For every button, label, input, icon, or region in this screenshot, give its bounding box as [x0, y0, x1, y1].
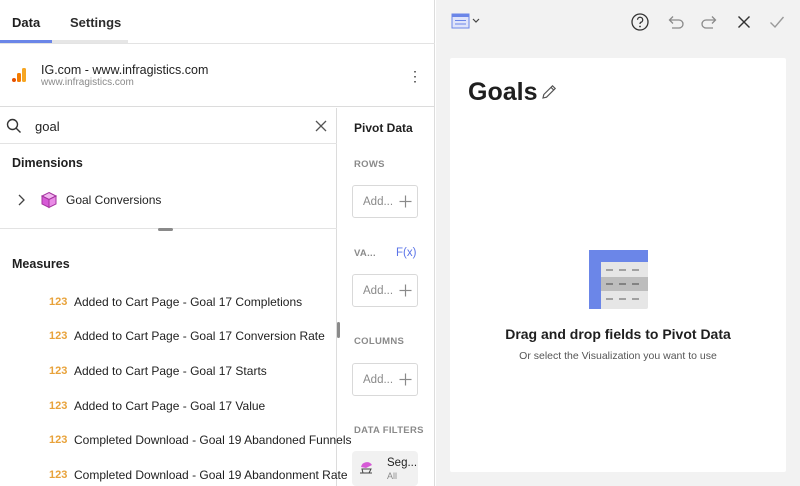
- dimensions-heading: Dimensions: [12, 156, 83, 170]
- pivot-table-icon: [589, 250, 648, 309]
- add-label: Add...: [363, 285, 394, 297]
- visualization-card: Goals Drag and drop fields to Pivot Data…: [450, 58, 786, 472]
- search-bar: [0, 108, 337, 144]
- grid-viz-icon[interactable]: [451, 12, 481, 30]
- cube-icon: [40, 191, 58, 209]
- plus-icon: [399, 284, 412, 297]
- numeric-type-badge: 123: [49, 400, 68, 412]
- data-filters-label: DATA FILTERS: [354, 425, 424, 436]
- add-value-button[interactable]: Add...: [352, 274, 418, 307]
- measure-item[interactable]: 123 Added to Cart Page - Goal 17 Starts: [0, 362, 337, 382]
- measure-label: Added to Cart Page - Goal 17 Completions: [74, 295, 303, 309]
- search-input[interactable]: [33, 116, 293, 136]
- rows-label: ROWS: [354, 159, 385, 170]
- measure-item[interactable]: 123 Completed Download - Goal 19 Abandon…: [0, 431, 352, 451]
- undo-icon[interactable]: [665, 12, 685, 32]
- numeric-type-badge: 123: [49, 365, 68, 377]
- data-panel: Data Settings IG.com - www.infragistics.…: [0, 0, 435, 486]
- toolbar: [436, 0, 800, 44]
- visualization-title[interactable]: Goals: [468, 78, 537, 107]
- numeric-type-badge: 123: [49, 296, 68, 308]
- empty-state-subtitle: Or select the Visualization you want to …: [519, 350, 717, 362]
- measure-label: Added to Cart Page - Goal 17 Starts: [74, 364, 267, 378]
- search-icon: [6, 118, 21, 133]
- columns-label: COLUMNS: [354, 336, 405, 347]
- pivot-title: Pivot Data: [354, 121, 413, 135]
- measure-item[interactable]: 123 Added to Cart Page - Goal 17 Complet…: [0, 293, 337, 313]
- measure-label: Completed Download - Goal 19 Abandoned F…: [74, 433, 352, 447]
- measure-label: Added to Cart Page - Goal 17 Value: [74, 399, 266, 413]
- add-label: Add...: [363, 374, 394, 386]
- numeric-type-badge: 123: [49, 330, 68, 342]
- empty-state-title: Drag and drop fields to Pivot Data: [505, 326, 731, 342]
- resize-handle[interactable]: [158, 228, 173, 231]
- measure-item[interactable]: 123 Completed Download - Goal 19 Abandon…: [0, 466, 348, 486]
- values-label: VA...: [354, 248, 376, 259]
- measure-item[interactable]: 123 Added to Cart Page - Goal 17 Convers…: [0, 327, 337, 347]
- numeric-type-badge: 123: [49, 469, 68, 481]
- fields-list: Dimensions Goal Conversions Measures 123…: [0, 108, 352, 486]
- more-vert-icon[interactable]: ⋮: [405, 66, 425, 86]
- check-icon[interactable]: [767, 12, 787, 32]
- close-icon[interactable]: [734, 12, 754, 32]
- dimension-label: Goal Conversions: [66, 193, 162, 207]
- clear-search-icon[interactable]: [314, 119, 328, 133]
- plus-icon: [399, 195, 412, 208]
- visualization-panel: Goals Drag and drop fields to Pivot Data…: [436, 0, 800, 486]
- add-column-button[interactable]: Add...: [352, 363, 418, 396]
- tab-settings[interactable]: Settings: [70, 0, 121, 44]
- plus-icon: [399, 373, 412, 386]
- tabs: Data Settings: [0, 0, 435, 44]
- dimension-item[interactable]: Goal Conversions: [0, 187, 337, 213]
- add-label: Add...: [363, 196, 394, 208]
- analytics-logo-icon: [12, 68, 26, 82]
- segment-icon: [360, 462, 372, 474]
- measure-label: Completed Download - Goal 19 Abandonment…: [74, 468, 348, 482]
- numeric-type-badge: 123: [49, 434, 68, 446]
- measures-heading: Measures: [12, 257, 70, 271]
- datasource-name: IG.com - www.infragistics.com: [41, 63, 209, 77]
- datasource-row[interactable]: IG.com - www.infragistics.com www.infrag…: [0, 44, 435, 107]
- tab-data[interactable]: Data: [12, 0, 40, 44]
- segment-filter-chip[interactable]: Seg... All: [352, 451, 418, 486]
- add-row-button[interactable]: Add...: [352, 185, 418, 218]
- measure-item[interactable]: 123 Added to Cart Page - Goal 17 Value: [0, 397, 337, 417]
- redo-icon[interactable]: [700, 12, 720, 32]
- help-icon[interactable]: [630, 12, 650, 32]
- chevron-right-icon[interactable]: [16, 194, 26, 206]
- pencil-icon[interactable]: [540, 83, 558, 101]
- datasource-url: www.infragistics.com: [41, 77, 134, 88]
- filter-value: All: [387, 471, 398, 481]
- filter-name: Seg...: [387, 457, 418, 469]
- fx-button[interactable]: F(x): [396, 247, 416, 259]
- measure-label: Added to Cart Page - Goal 17 Conversion …: [74, 329, 325, 343]
- pivot-panel: Pivot Data ROWS Add... VA... F(x) Add...…: [338, 108, 435, 486]
